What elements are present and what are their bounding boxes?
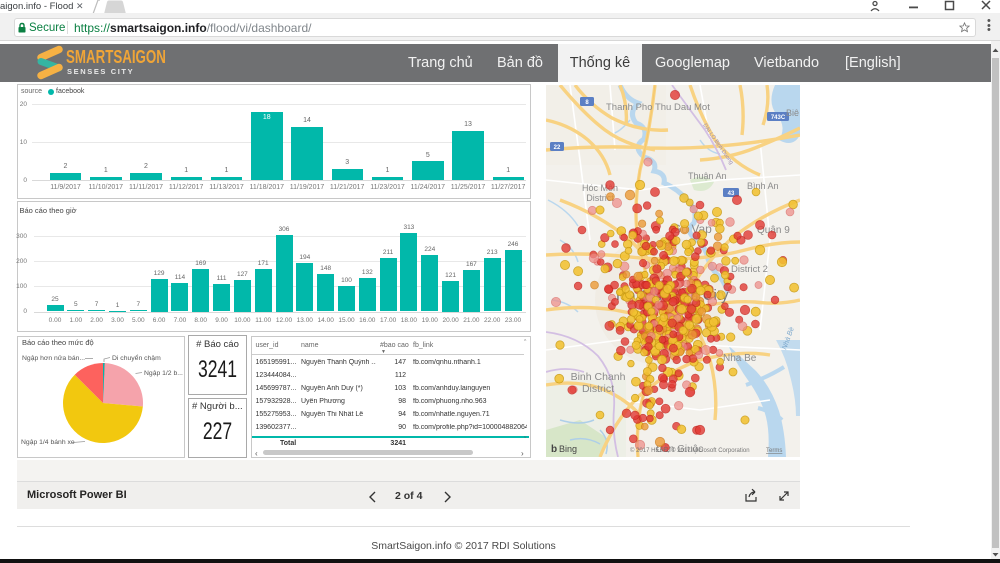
svg-text:Bình An: Bình An [747,181,779,191]
svg-text:743C: 743C [771,115,786,121]
svg-text:Terms: Terms [766,448,782,454]
svg-text:© 2017 HERE, © 2017 Microsoft: © 2017 HERE, © 2017 Microsoft Corporatio… [630,447,750,454]
svg-text:Binh Chanh: Binh Chanh [571,371,626,383]
svg-text:Bing: Bing [559,444,577,454]
svg-text:Biê: Biê [786,108,799,118]
svg-text:Thanh Pho Thu Dau Mot: Thanh Pho Thu Dau Mot [606,102,710,113]
svg-text:Nha Be: Nha Be [723,353,757,364]
svg-text:Thuận An: Thuận An [688,171,727,181]
svg-text:b: b [551,444,557,455]
svg-text:22: 22 [554,145,561,151]
svg-text:District: District [582,383,614,395]
svg-text:District 2: District 2 [731,264,768,275]
